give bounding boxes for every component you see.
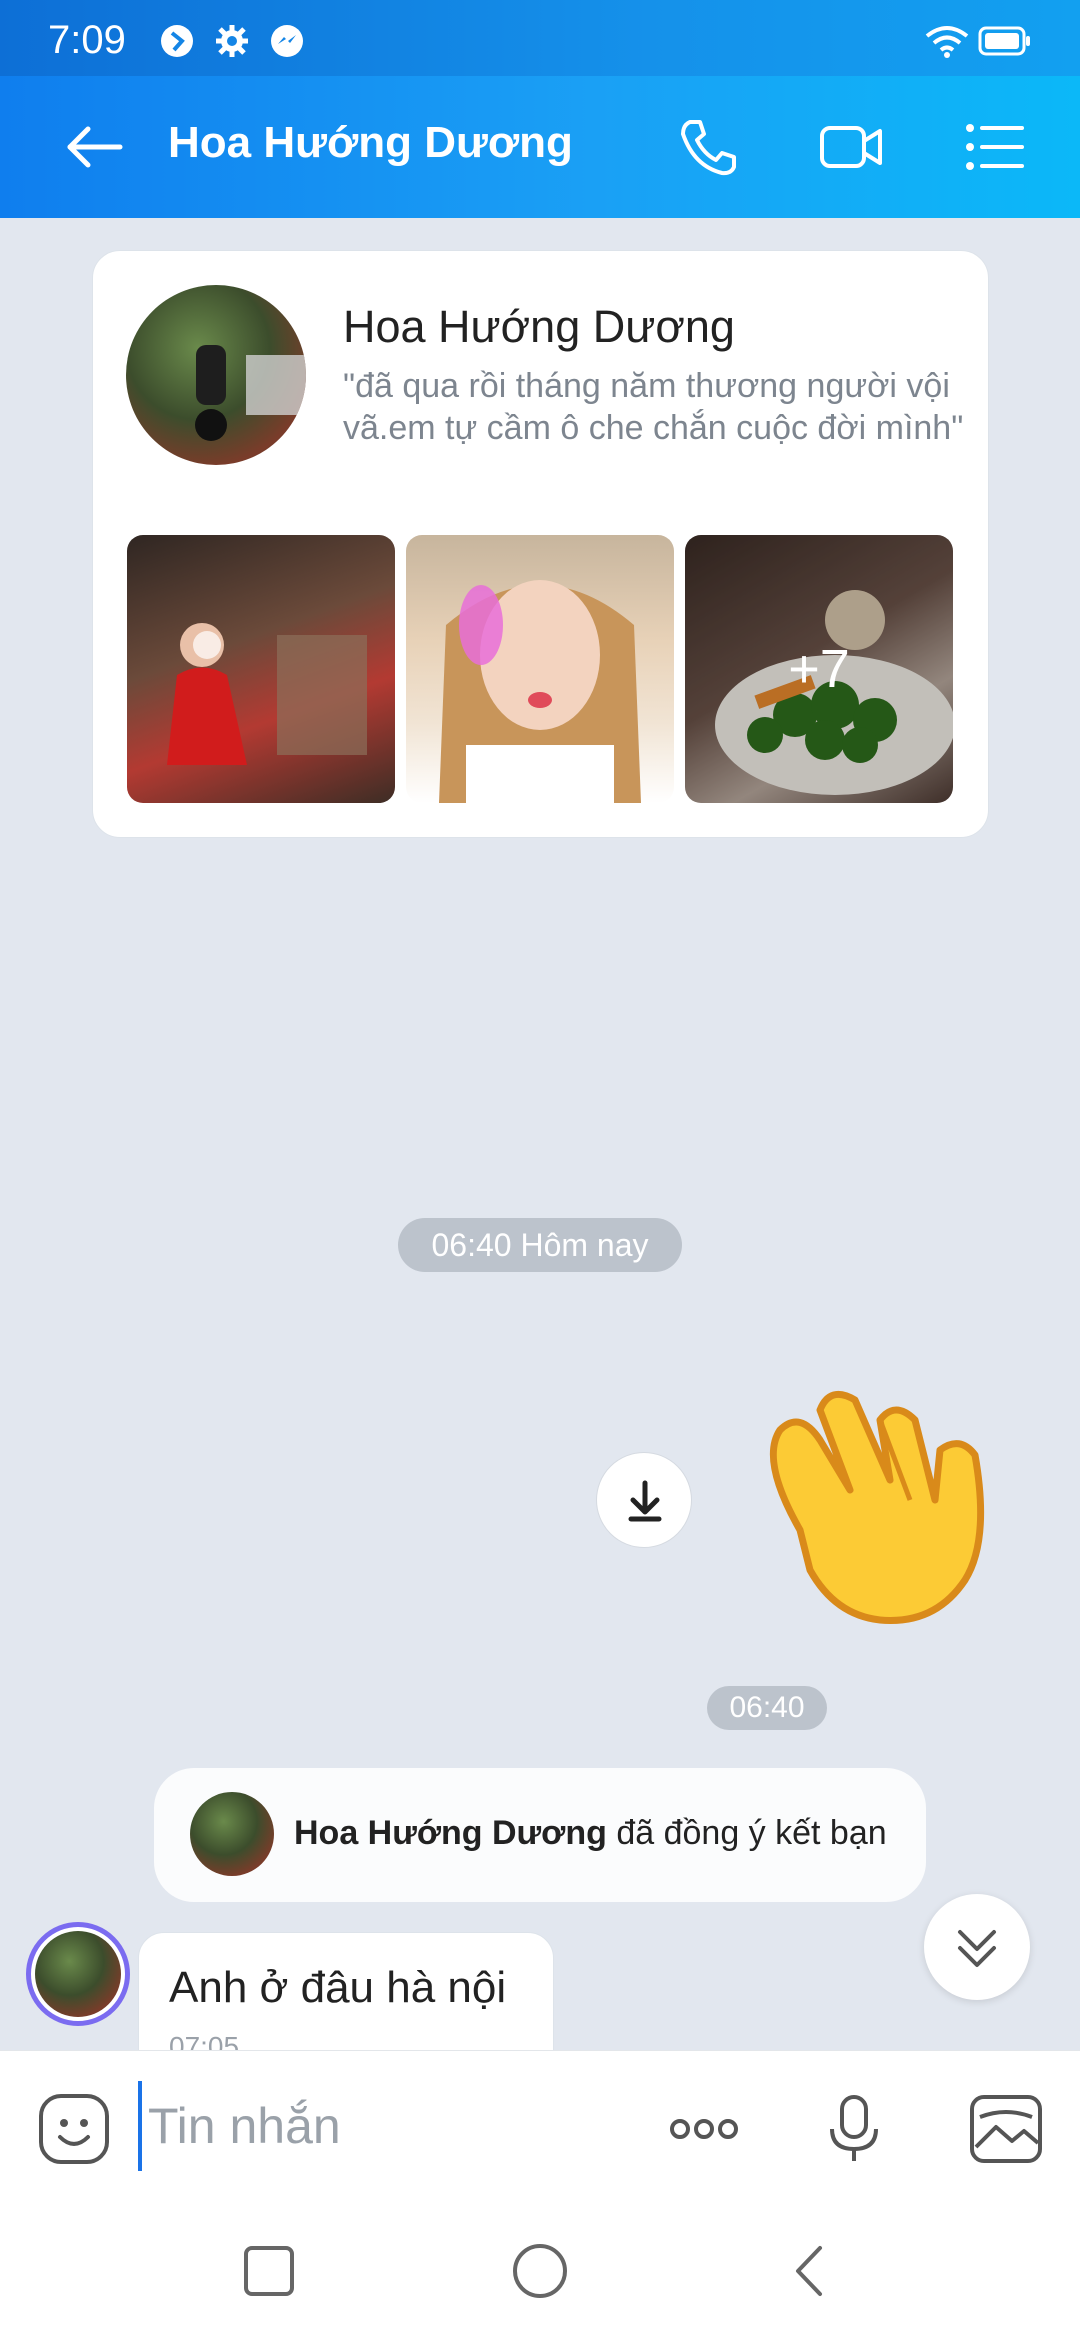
system-nav-bar xyxy=(0,2200,1080,2340)
system-back-icon[interactable] xyxy=(776,2236,846,2306)
double-chevron-down-icon xyxy=(958,1930,996,1967)
profile-card[interactable]: Hoa Hướng Dương "đã qua rồi tháng năm th… xyxy=(92,250,989,838)
notice-avatar[interactable] xyxy=(190,1792,274,1876)
status-bar: 7:09 xyxy=(0,0,1080,76)
message-time: 07:05 xyxy=(169,2031,240,2052)
date-separator: 06:40 Hôm nay xyxy=(398,1218,682,1272)
battery-icon xyxy=(978,26,1030,56)
chat-title[interactable]: Hoa Hướng Dương xyxy=(168,118,573,168)
selfie-photo-icon xyxy=(439,580,641,803)
back-arrow-icon[interactable] xyxy=(62,114,128,180)
profile-status: "đã qua rồi tháng năm thương người vội v… xyxy=(343,367,964,447)
chat-options-list-icon[interactable] xyxy=(962,114,1028,180)
download-sticker-button[interactable] xyxy=(596,1452,692,1548)
settings-gear-icon xyxy=(216,25,248,57)
status-time: 7:09 xyxy=(48,18,126,62)
friend-accepted-notice: Hoa Hướng Dương đã đồng ý kết bạn xyxy=(154,1768,926,1902)
notice-name[interactable]: Hoa Hướng Dương xyxy=(294,1814,607,1852)
message-composer xyxy=(0,2050,1080,2200)
video-call-icon[interactable] xyxy=(818,114,884,180)
home-icon[interactable] xyxy=(505,2236,575,2306)
sticker-emoji-icon[interactable] xyxy=(36,2091,112,2167)
message-input[interactable] xyxy=(138,2081,618,2171)
recent-apps-icon[interactable] xyxy=(234,2236,304,2306)
notice-text: Hoa Hướng Dương đã đồng ý kết bạn xyxy=(294,1814,887,1853)
profile-photo-1[interactable] xyxy=(127,535,395,803)
scroll-to-bottom-button[interactable] xyxy=(924,1894,1030,2000)
phone-call-icon[interactable] xyxy=(676,114,742,180)
scooter-photo-icon xyxy=(195,345,306,441)
message-bubble[interactable]: Anh ở đâu hà nội 07:05 xyxy=(138,1932,554,2052)
message-text: Anh ở đâu hà nội xyxy=(169,1963,507,2012)
profile-photo-more[interactable]: +7 xyxy=(685,535,953,803)
profile-avatar[interactable] xyxy=(126,285,306,465)
download-icon xyxy=(628,1480,662,1522)
profile-name: Hoa Hướng Dương xyxy=(343,301,735,352)
waving-hand-sticker[interactable] xyxy=(740,1380,1000,1630)
message-time-separator: 06:40 xyxy=(707,1686,827,1730)
chat-header: Hoa Hướng Dương xyxy=(0,76,1080,218)
wifi-icon xyxy=(925,26,969,58)
app-notification-icon xyxy=(161,25,193,57)
sender-avatar[interactable] xyxy=(26,1922,130,2026)
woman-red-dress-photo-icon xyxy=(167,623,367,765)
more-photos-count: +7 xyxy=(685,535,953,803)
messenger-notification-icon xyxy=(271,25,303,57)
more-options-icon[interactable] xyxy=(662,2087,746,2171)
notice-action: đã đồng ý kết bạn xyxy=(606,1814,887,1852)
profile-photo-2[interactable] xyxy=(406,535,674,803)
microphone-icon[interactable] xyxy=(812,2087,896,2171)
gallery-image-icon[interactable] xyxy=(964,2087,1048,2171)
